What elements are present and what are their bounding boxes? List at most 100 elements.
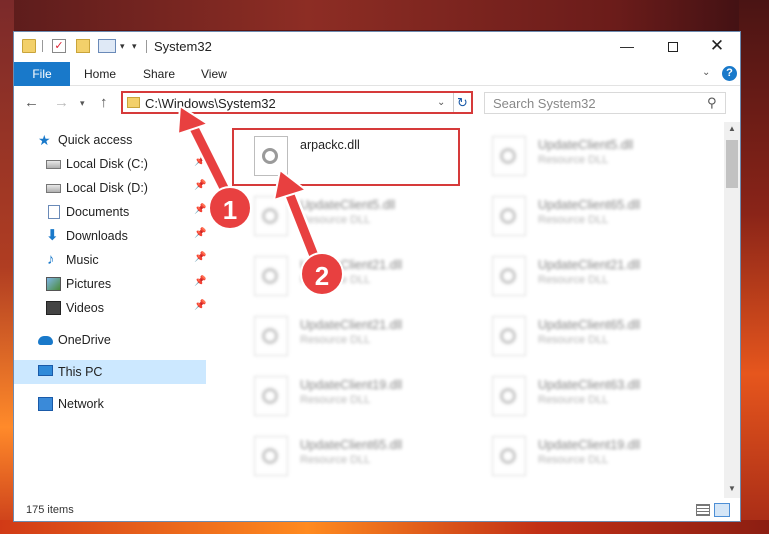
refresh-icon[interactable]: ↻ <box>453 93 471 112</box>
properties-check-icon[interactable]: ✓ <box>52 39 66 53</box>
sidebar-item-documents[interactable]: Documents 📌 <box>14 200 206 224</box>
desktop-background-right <box>739 0 769 534</box>
pin-icon[interactable]: 📌 <box>194 156 206 167</box>
window-title: System32 <box>154 39 212 54</box>
tab-file[interactable]: File <box>14 62 70 86</box>
pin-icon[interactable]: 📌 <box>194 276 206 287</box>
list-item[interactable]: UpdateClient65.dll Resource DLL <box>470 190 700 246</box>
close-button[interactable]: ✕ <box>694 32 740 60</box>
sidebar-item-label: Downloads <box>66 229 128 243</box>
file-type: Resource DLL <box>538 154 609 166</box>
search-input[interactable] <box>485 93 695 113</box>
scroll-thumb[interactable] <box>726 140 738 188</box>
list-item[interactable]: UpdateClient19.dll Resource DLL <box>470 430 700 486</box>
pin-icon[interactable]: 📌 <box>194 300 206 311</box>
file-type: Resource DLL <box>300 214 371 226</box>
file-explorer-window: ✓ ▾ ▾ System32 — ✕ File Home Share View … <box>13 31 741 522</box>
sidebar-item-local-disk-d[interactable]: Local Disk (D:) 📌 <box>14 176 206 200</box>
expand-ribbon-icon[interactable]: ⌄ <box>702 67 710 78</box>
back-arrow-icon[interactable]: ← <box>24 94 39 111</box>
sidebar-item-quick-access[interactable]: ★ Quick access <box>14 128 206 152</box>
list-item[interactable]: UpdateClient5.dll Resource DLL <box>470 130 700 186</box>
pin-icon[interactable]: 📌 <box>194 228 206 239</box>
file-name: UpdateClient63.dll <box>538 378 641 392</box>
list-item[interactable]: UpdateClient19.dll Resource DLL <box>232 370 462 426</box>
rename-icon[interactable] <box>98 39 116 53</box>
list-item[interactable]: UpdateClient63.dll Resource DLL <box>470 370 700 426</box>
sidebar-item-network[interactable]: Network <box>14 392 206 416</box>
file-type: Resource DLL <box>538 274 609 286</box>
sidebar-item-label: This PC <box>58 365 103 379</box>
sidebar-item-label: Network <box>58 397 104 411</box>
sidebar-item-music[interactable]: ♪ Music 📌 <box>14 248 206 272</box>
dll-file-gear-icon <box>492 376 526 416</box>
title-bar: ✓ ▾ ▾ System32 — ✕ <box>14 32 740 62</box>
step-marker-1: 1 <box>208 186 252 230</box>
file-name: UpdateClient19.dll <box>300 378 403 392</box>
maximize-button[interactable] <box>650 32 696 60</box>
divider <box>42 40 43 52</box>
sidebar-item-pictures[interactable]: Pictures 📌 <box>14 272 206 296</box>
divider <box>146 40 147 53</box>
navigation-pane: ★ Quick access Local Disk (C:) 📌 Local D… <box>14 128 208 498</box>
address-bar[interactable]: C:\Windows\System32 ⌄ ↻ <box>121 91 473 114</box>
up-arrow-icon[interactable]: ↑ <box>100 94 108 111</box>
large-icons-view-icon[interactable] <box>714 503 730 517</box>
dll-file-gear-icon <box>254 316 288 356</box>
sidebar-item-videos[interactable]: Videos 📌 <box>14 296 206 320</box>
file-name: UpdateClient5.dll <box>538 138 634 152</box>
ribbon-tabs: File Home Share View ⌄ ? <box>14 62 740 86</box>
recent-locations-chevron-icon[interactable]: ▾ <box>80 98 85 109</box>
scroll-up-icon[interactable]: ▲ <box>728 124 736 133</box>
file-type: Resource DLL <box>538 454 609 466</box>
sidebar-item-label: Local Disk (C:) <box>66 157 148 171</box>
chevron-down-icon[interactable]: ⌄ <box>437 97 445 108</box>
customize-quick-access-icon[interactable]: ▾ <box>132 39 142 53</box>
list-item[interactable]: UpdateClient5.dll Resource DLL <box>232 190 462 246</box>
desktop-background <box>0 0 769 30</box>
list-item[interactable]: UpdateClient65.dll Resource DLL <box>470 310 700 366</box>
folder-icon <box>127 97 140 108</box>
new-folder-icon[interactable] <box>76 39 90 53</box>
file-name: UpdateClient21.dll <box>538 258 641 272</box>
search-box[interactable]: ⚲ <box>484 92 726 114</box>
tab-share[interactable]: Share <box>143 62 175 86</box>
sidebar-item-local-disk-c[interactable]: Local Disk (C:) 📌 <box>14 152 206 176</box>
scroll-down-icon[interactable]: ▼ <box>728 484 736 493</box>
address-path[interactable]: C:\Windows\System32 <box>145 96 276 111</box>
list-item[interactable]: UpdateClient21.dll Resource DLL <box>232 310 462 366</box>
film-strip-icon <box>46 301 61 315</box>
tab-view[interactable]: View <box>201 62 227 86</box>
minimize-button[interactable]: — <box>604 32 650 60</box>
forward-arrow-icon[interactable]: → <box>54 94 69 111</box>
sidebar-item-label: Pictures <box>66 277 112 291</box>
details-view-icon[interactable] <box>696 504 710 516</box>
help-icon[interactable]: ? <box>722 66 737 81</box>
drive-icon <box>46 184 61 193</box>
sidebar-item-label: Quick access <box>58 133 133 147</box>
sidebar-item-this-pc[interactable]: This PC <box>14 360 206 384</box>
network-icon <box>38 397 53 411</box>
pin-icon[interactable]: 📌 <box>194 180 206 191</box>
list-item[interactable]: UpdateClient21.dll Resource DLL <box>232 250 462 306</box>
dll-file-gear-icon <box>492 136 526 176</box>
documents-icon <box>48 205 60 219</box>
dll-file-gear-icon <box>492 256 526 296</box>
pictures-icon <box>46 277 61 291</box>
pin-icon[interactable]: 📌 <box>194 204 206 215</box>
dll-file-gear-icon <box>254 256 288 296</box>
dll-file-gear-icon <box>492 316 526 356</box>
chevron-down-icon[interactable]: ▾ <box>120 39 130 53</box>
sidebar-item-label: Documents <box>66 205 130 219</box>
dll-file-gear-icon <box>492 196 526 236</box>
vertical-scrollbar[interactable]: ▲ ▼ <box>724 122 740 498</box>
sidebar-item-downloads[interactable]: ⬇ Downloads 📌 <box>14 224 206 248</box>
list-item[interactable]: UpdateClient21.dll Resource DLL <box>470 250 700 306</box>
dll-file-gear-icon <box>254 196 288 236</box>
tab-home[interactable]: Home <box>84 62 116 86</box>
pin-icon[interactable]: 📌 <box>194 252 206 263</box>
file-name: UpdateClient5.dll <box>300 198 396 212</box>
list-item[interactable]: UpdateClient65.dll Resource DLL <box>232 430 462 486</box>
sidebar-item-onedrive[interactable]: OneDrive <box>14 328 206 352</box>
search-icon[interactable]: ⚲ <box>707 95 717 111</box>
